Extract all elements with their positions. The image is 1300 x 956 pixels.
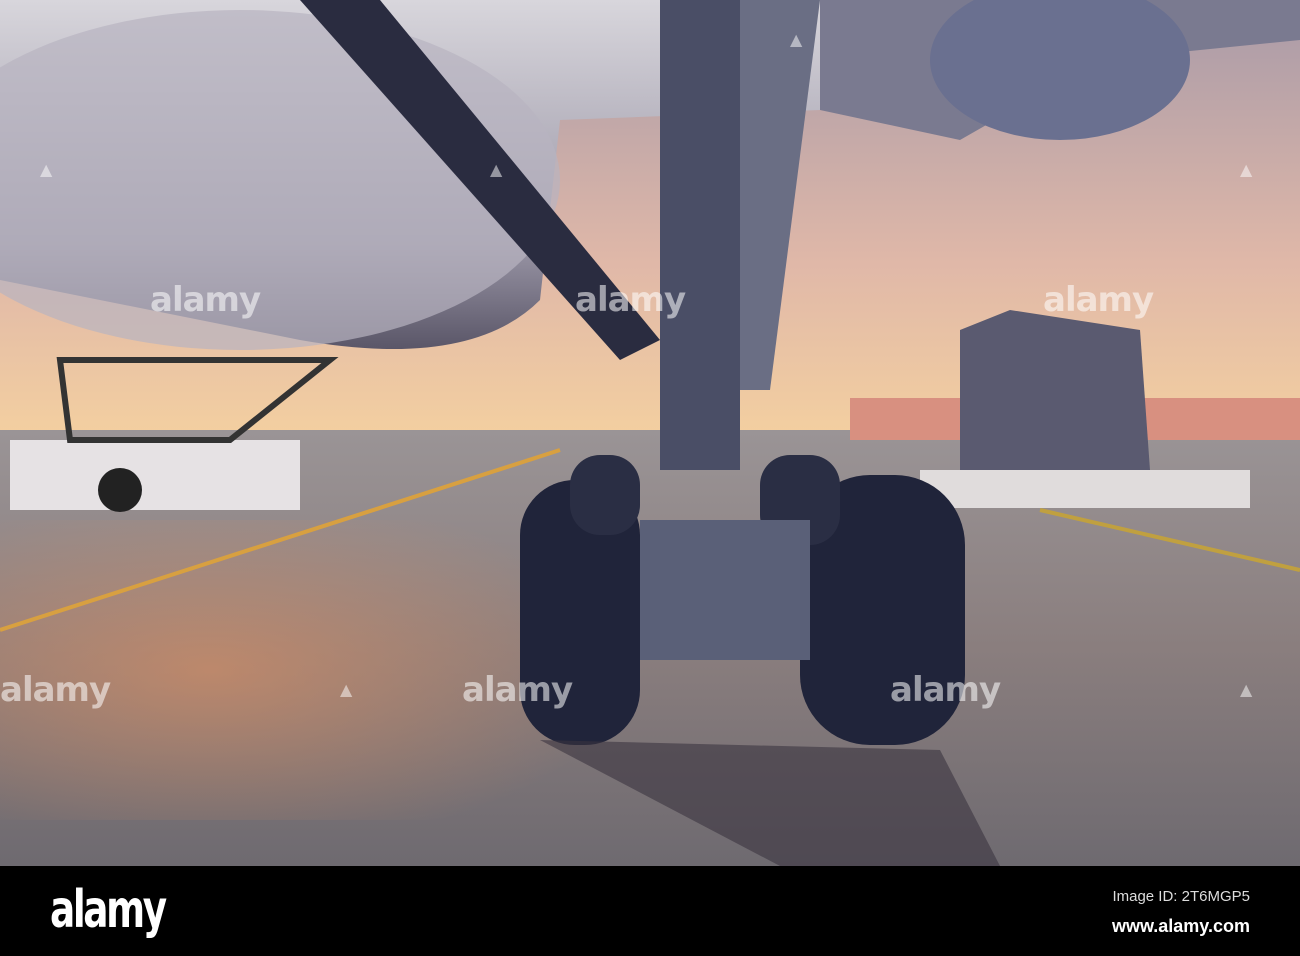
alamy-a-icon: ▲ [1240, 680, 1253, 699]
watermark-text: alamy [462, 670, 573, 710]
alamy-a-icon: ▲ [790, 30, 803, 49]
alamy-a-icon: ▲ [490, 160, 503, 179]
alamy-a-icon: ▲ [1240, 160, 1253, 179]
watermark-text: alamy [890, 670, 1001, 710]
watermark-text: alamy [1043, 280, 1154, 320]
image-id: Image ID: 2T6MGP5 [1112, 888, 1250, 905]
watermark-text: alamy [575, 280, 686, 320]
website-link: www.alamy.com [1111, 916, 1250, 936]
stock-photo: alamy alamy alamy alamy alamy alamy ▲ ▲ … [0, 0, 1300, 956]
watermark-text: alamy [0, 670, 111, 710]
alamy-a-icon: ▲ [340, 680, 353, 699]
alamy-logo: alamy [50, 880, 167, 940]
airplane-landing-gear-photo [0, 0, 1300, 866]
footer-bar: alamy Image ID: 2T6MGP5 www.alamy.com [0, 866, 1300, 956]
alamy-a-icon: ▲ [40, 160, 53, 179]
watermark-text: alamy [150, 280, 261, 320]
